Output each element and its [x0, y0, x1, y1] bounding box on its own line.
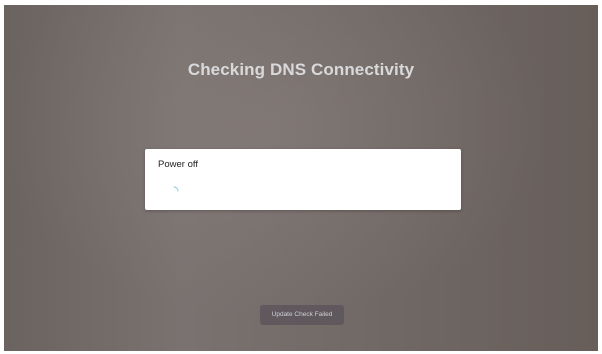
page-title: Checking DNS Connectivity	[187, 60, 415, 79]
tv-screen: Checking DNS Connectivity Power off Upda…	[4, 5, 598, 351]
loading-spinner-icon	[173, 186, 179, 192]
dialog-message[interactable]: Power off	[158, 159, 198, 170]
power-dialog: Power off	[145, 149, 461, 210]
update-check-toast: Update Check Failed	[260, 305, 344, 325]
